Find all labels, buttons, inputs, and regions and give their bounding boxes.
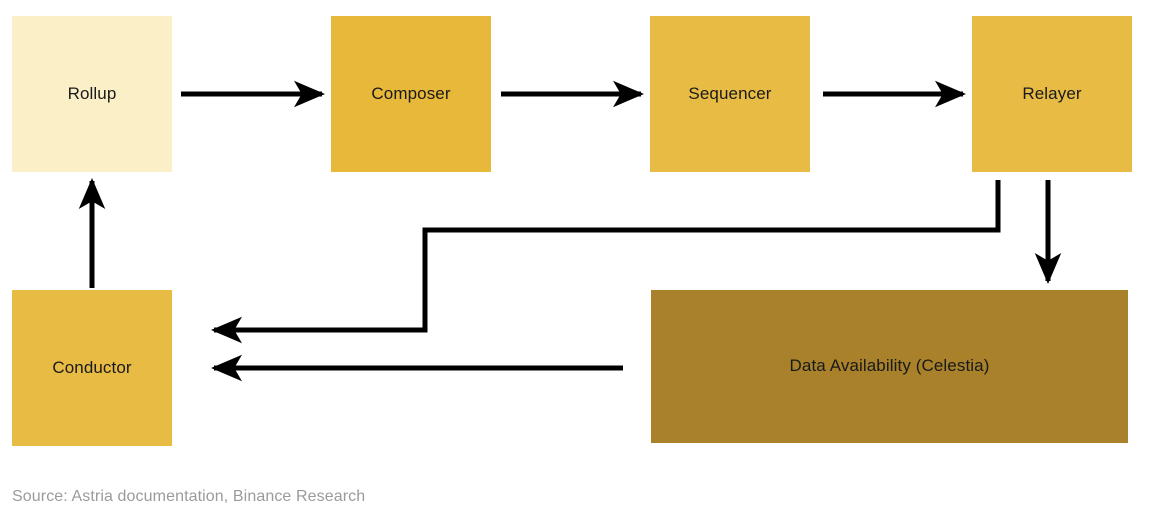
node-conductor-label: Conductor [52,357,132,377]
node-composer[interactable]: Composer [331,16,491,172]
node-composer-label: Composer [371,83,451,103]
node-rollup[interactable]: Rollup [12,16,172,172]
node-conductor[interactable]: Conductor [12,290,172,446]
node-sequencer[interactable]: Sequencer [650,16,810,172]
diagram-canvas: Rollup Composer Sequencer Relayer Conduc… [0,0,1174,526]
node-sequencer-label: Sequencer [688,83,772,103]
node-relayer[interactable]: Relayer [972,16,1132,172]
node-data-availability[interactable]: Data Availability (Celestia) [651,290,1128,443]
node-data-availability-label: Data Availability (Celestia) [789,356,990,376]
node-relayer-label: Relayer [1022,83,1082,103]
node-rollup-label: Rollup [67,83,117,103]
source-note: Source: Astria documentation, Binance Re… [12,488,366,505]
